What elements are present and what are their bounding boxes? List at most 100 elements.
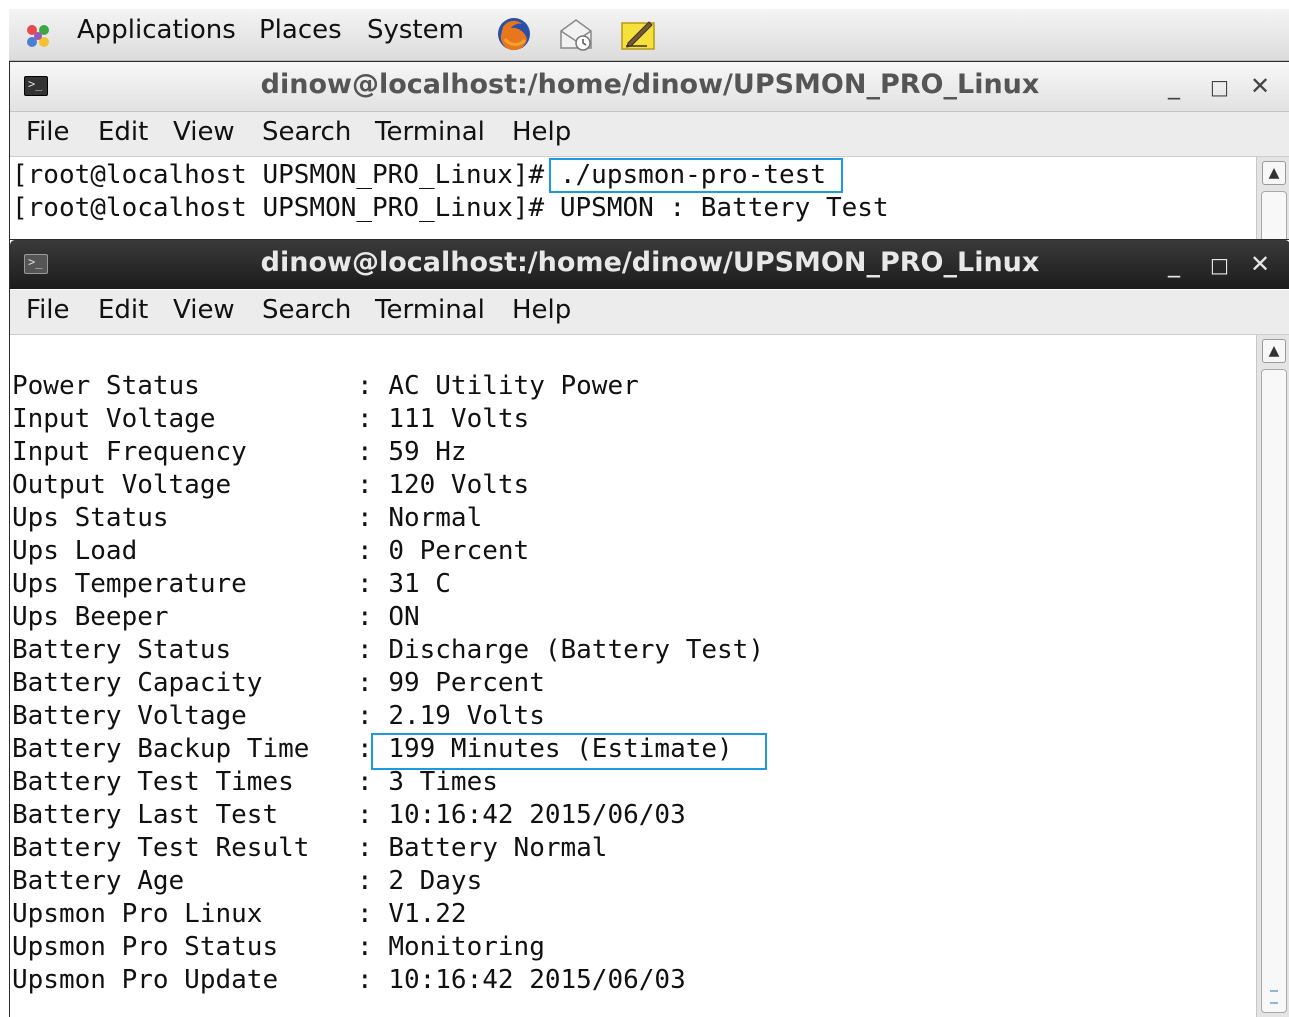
shell-prompt: [root@localhost UPSMON_PRO_Linux]# <box>12 193 560 223</box>
status-value: 31 C <box>388 569 451 599</box>
status-label: Battery Voltage <box>12 701 247 731</box>
status-row: Output Voltage: 120 Volts <box>12 469 529 502</box>
terminal-line: [root@localhost UPSMON_PRO_Linux]# UPSMO… <box>12 192 889 225</box>
scroll-up-icon[interactable]: ▲ <box>1262 339 1286 363</box>
maximize-button[interactable]: □ <box>1210 75 1229 99</box>
text-editor-icon[interactable] <box>619 15 657 53</box>
menu-view[interactable]: View <box>173 295 235 325</box>
status-label: Upsmon Pro Update <box>12 965 279 995</box>
menu-edit[interactable]: Edit <box>98 117 148 147</box>
status-value: AC Utility Power <box>388 371 639 401</box>
status-separator: : <box>357 404 389 434</box>
places-menu[interactable]: Places <box>259 15 342 45</box>
status-separator: : <box>357 602 389 632</box>
status-value: ON <box>388 602 420 632</box>
applications-icon[interactable] <box>23 21 53 51</box>
status-separator: : <box>357 668 389 698</box>
status-label: Upsmon Pro Linux <box>12 899 263 929</box>
status-row: Input Frequency: 59 Hz <box>12 436 467 469</box>
status-label: Ups Load <box>12 536 138 566</box>
status-value: Discharge (Battery Test) <box>388 635 764 665</box>
status-value: 2 Days <box>388 866 483 896</box>
window-title: dinow@localhost:/home/dinow/UPSMON_PRO_L… <box>260 247 1040 278</box>
status-row: Ups Load: 0 Percent <box>12 535 529 568</box>
status-row: Upsmon Pro Status: Monitoring <box>12 931 545 964</box>
terminal-output[interactable]: [root@localhost UPSMON_PRO_Linux]# ./ups… <box>10 157 1256 242</box>
status-row: Upsmon Pro Update: 10:16:42 2015/06/03 <box>12 964 686 997</box>
applications-menu[interactable]: Applications <box>77 15 236 45</box>
top-panel: Applications Places System <box>9 9 1289 61</box>
menu-edit[interactable]: Edit <box>98 295 148 325</box>
menu-help[interactable]: Help <box>512 295 571 325</box>
status-label: Input Voltage <box>12 404 216 434</box>
status-row: Battery Last Test: 10:16:42 2015/06/03 <box>12 799 686 832</box>
menu-help[interactable]: Help <box>512 117 571 147</box>
status-label: Ups Beeper <box>12 602 169 632</box>
status-value: 3 Times <box>388 767 498 797</box>
window-titlebar[interactable]: >_ dinow@localhost:/home/dinow/UPSMON_PR… <box>10 62 1289 112</box>
status-separator: : <box>357 866 389 896</box>
status-label: Output Voltage <box>12 470 232 500</box>
scrollbar[interactable]: ▲ <box>1256 157 1289 252</box>
status-row: Battery Capacity: 99 Percent <box>12 667 545 700</box>
window-titlebar[interactable]: >_ dinow@localhost:/home/dinow/UPSMON_PR… <box>10 240 1289 289</box>
menu-file[interactable]: File <box>26 295 70 325</box>
status-value: 10:16:42 2015/06/03 <box>388 965 686 995</box>
mail-client-icon[interactable] <box>557 15 595 53</box>
status-separator: : <box>357 470 389 500</box>
menu-terminal[interactable]: Terminal <box>375 295 485 325</box>
battery-status-highlight-box <box>371 733 767 770</box>
close-button[interactable]: ✕ <box>1250 250 1270 278</box>
firefox-icon[interactable] <box>495 15 533 53</box>
status-label: Ups Temperature <box>12 569 247 599</box>
status-row: Ups Beeper: ON <box>12 601 420 634</box>
status-row: Battery Test Result: Battery Normal <box>12 832 607 865</box>
status-row: Ups Temperature: 31 C <box>12 568 451 601</box>
status-label: Battery Test Times <box>12 767 294 797</box>
status-value: 111 Volts <box>388 404 530 434</box>
maximize-button[interactable]: □ <box>1210 253 1229 277</box>
terminal-window-background[interactable]: >_ dinow@localhost:/home/dinow/UPSMON_PR… <box>9 61 1289 252</box>
status-label: Battery Test Result <box>12 833 310 863</box>
status-label: Battery Backup Time <box>12 734 310 764</box>
status-value: Normal <box>388 503 483 533</box>
status-label: Battery Age <box>12 866 185 896</box>
status-row: Battery Status: Discharge (Battery Test) <box>12 634 764 667</box>
menu-search[interactable]: Search <box>262 295 351 325</box>
status-separator: : <box>357 899 389 929</box>
terminal-window-active[interactable]: >_ dinow@localhost:/home/dinow/UPSMON_PR… <box>9 239 1289 1017</box>
menu-search[interactable]: Search <box>262 117 351 147</box>
status-label: Upsmon Pro Status <box>12 932 279 962</box>
shell-prompt: [root@localhost UPSMON_PRO_Linux]# <box>12 160 560 190</box>
minimize-button[interactable]: _ <box>1168 72 1180 100</box>
status-separator: : <box>357 503 389 533</box>
close-button[interactable]: ✕ <box>1250 72 1270 100</box>
menu-file[interactable]: File <box>26 117 70 147</box>
status-separator: : <box>357 800 389 830</box>
status-label: Battery Status <box>12 635 232 665</box>
status-separator: : <box>357 437 389 467</box>
minimize-button[interactable]: _ <box>1168 250 1180 278</box>
status-value: 0 Percent <box>388 536 530 566</box>
status-row: Input Voltage: 111 Volts <box>12 403 529 436</box>
status-value: 99 Percent <box>388 668 545 698</box>
terminal-menubar: File Edit View Search Terminal Help <box>10 290 1289 335</box>
status-row: Upsmon Pro Linux: V1.22 <box>12 898 467 931</box>
scrollbar[interactable]: ▲ <box>1256 335 1289 1017</box>
scroll-up-icon[interactable]: ▲ <box>1262 161 1286 185</box>
command-output: UPSMON : Battery Test <box>559 193 889 223</box>
system-menu[interactable]: System <box>367 15 464 45</box>
scrollbar-thumb[interactable] <box>1261 369 1287 1013</box>
status-separator: : <box>357 965 389 995</box>
status-label: Power Status <box>12 371 200 401</box>
terminal-output[interactable]: Upsmon Pro Update: 10:16:42 2015/06/03 Up… <box>10 335 1256 1017</box>
status-value: 120 Volts <box>388 470 530 500</box>
status-separator: : <box>357 371 389 401</box>
status-row: Battery Voltage: 2.19 Volts <box>12 700 545 733</box>
menu-view[interactable]: View <box>173 117 235 147</box>
scrollbar-grip-icon <box>1270 990 1278 1004</box>
status-row: Battery Age: 2 Days <box>12 865 482 898</box>
status-value: V1.22 <box>388 899 467 929</box>
menu-terminal[interactable]: Terminal <box>375 117 485 147</box>
terminal-menubar: File Edit View Search Terminal Help <box>10 112 1289 157</box>
